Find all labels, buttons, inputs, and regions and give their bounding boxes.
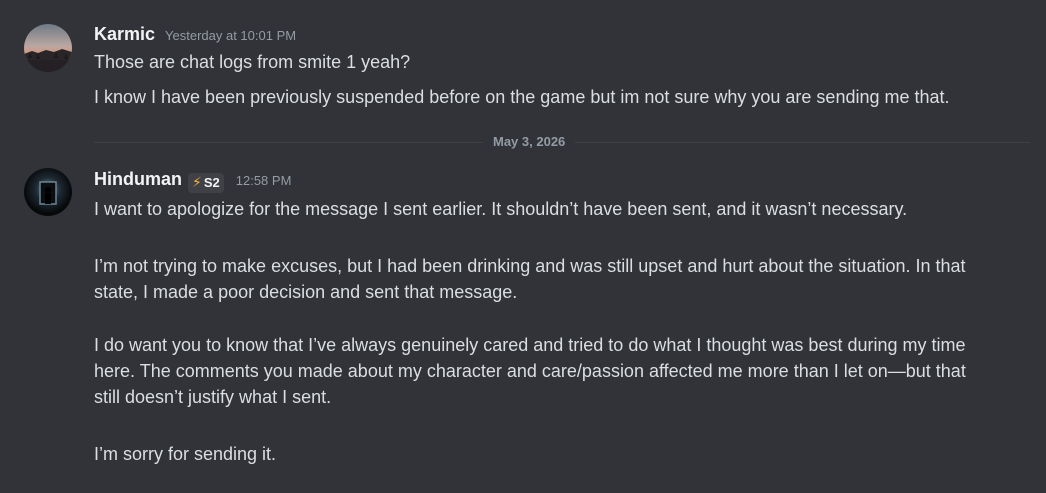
date-divider-label: May 3, 2026 — [483, 134, 576, 149]
username-hinduman[interactable]: Hinduman — [94, 169, 182, 190]
message-timestamp: Yesterday at 10:01 PM — [165, 28, 297, 43]
server-tag-badge[interactable]: ⚡ S2 — [188, 172, 224, 193]
landscape-avatar-icon — [24, 24, 72, 72]
message-header: Karmic Yesterday at 10:01 PM — [94, 24, 296, 45]
message-timestamp: 12:58 PM — [235, 173, 292, 188]
message-text: Those are chat logs from smite 1 yeah? — [94, 52, 411, 72]
chat-message-list[interactable]: Karmic Yesterday at 10:01 PM Those are c… — [0, 0, 1046, 493]
message-text: here. The comments you made about my cha… — [94, 361, 966, 381]
message-header: Hinduman ⚡ S2 12:58 PM — [94, 169, 292, 193]
message-text: state, I made a poor decision and sent t… — [94, 282, 518, 302]
message-text: still doesn’t justify what I sent. — [94, 387, 332, 407]
username-karmic[interactable]: Karmic — [94, 24, 155, 45]
message-text: I know I have been previously suspended … — [94, 87, 950, 107]
dark-doorway-avatar-icon — [24, 168, 72, 216]
message-text: I want to apologize for the message I se… — [94, 199, 908, 219]
lightning-bolt-icon: ⚡ — [192, 174, 202, 190]
badge-label: S2 — [203, 175, 220, 190]
user-avatar-hinduman[interactable] — [24, 168, 72, 216]
message-text: I do want you to know that I’ve always g… — [94, 335, 966, 355]
user-avatar-karmic[interactable] — [24, 24, 72, 72]
message-text: I’m not trying to make excuses, but I ha… — [94, 256, 966, 276]
message-text: I’m sorry for sending it. — [94, 444, 277, 464]
